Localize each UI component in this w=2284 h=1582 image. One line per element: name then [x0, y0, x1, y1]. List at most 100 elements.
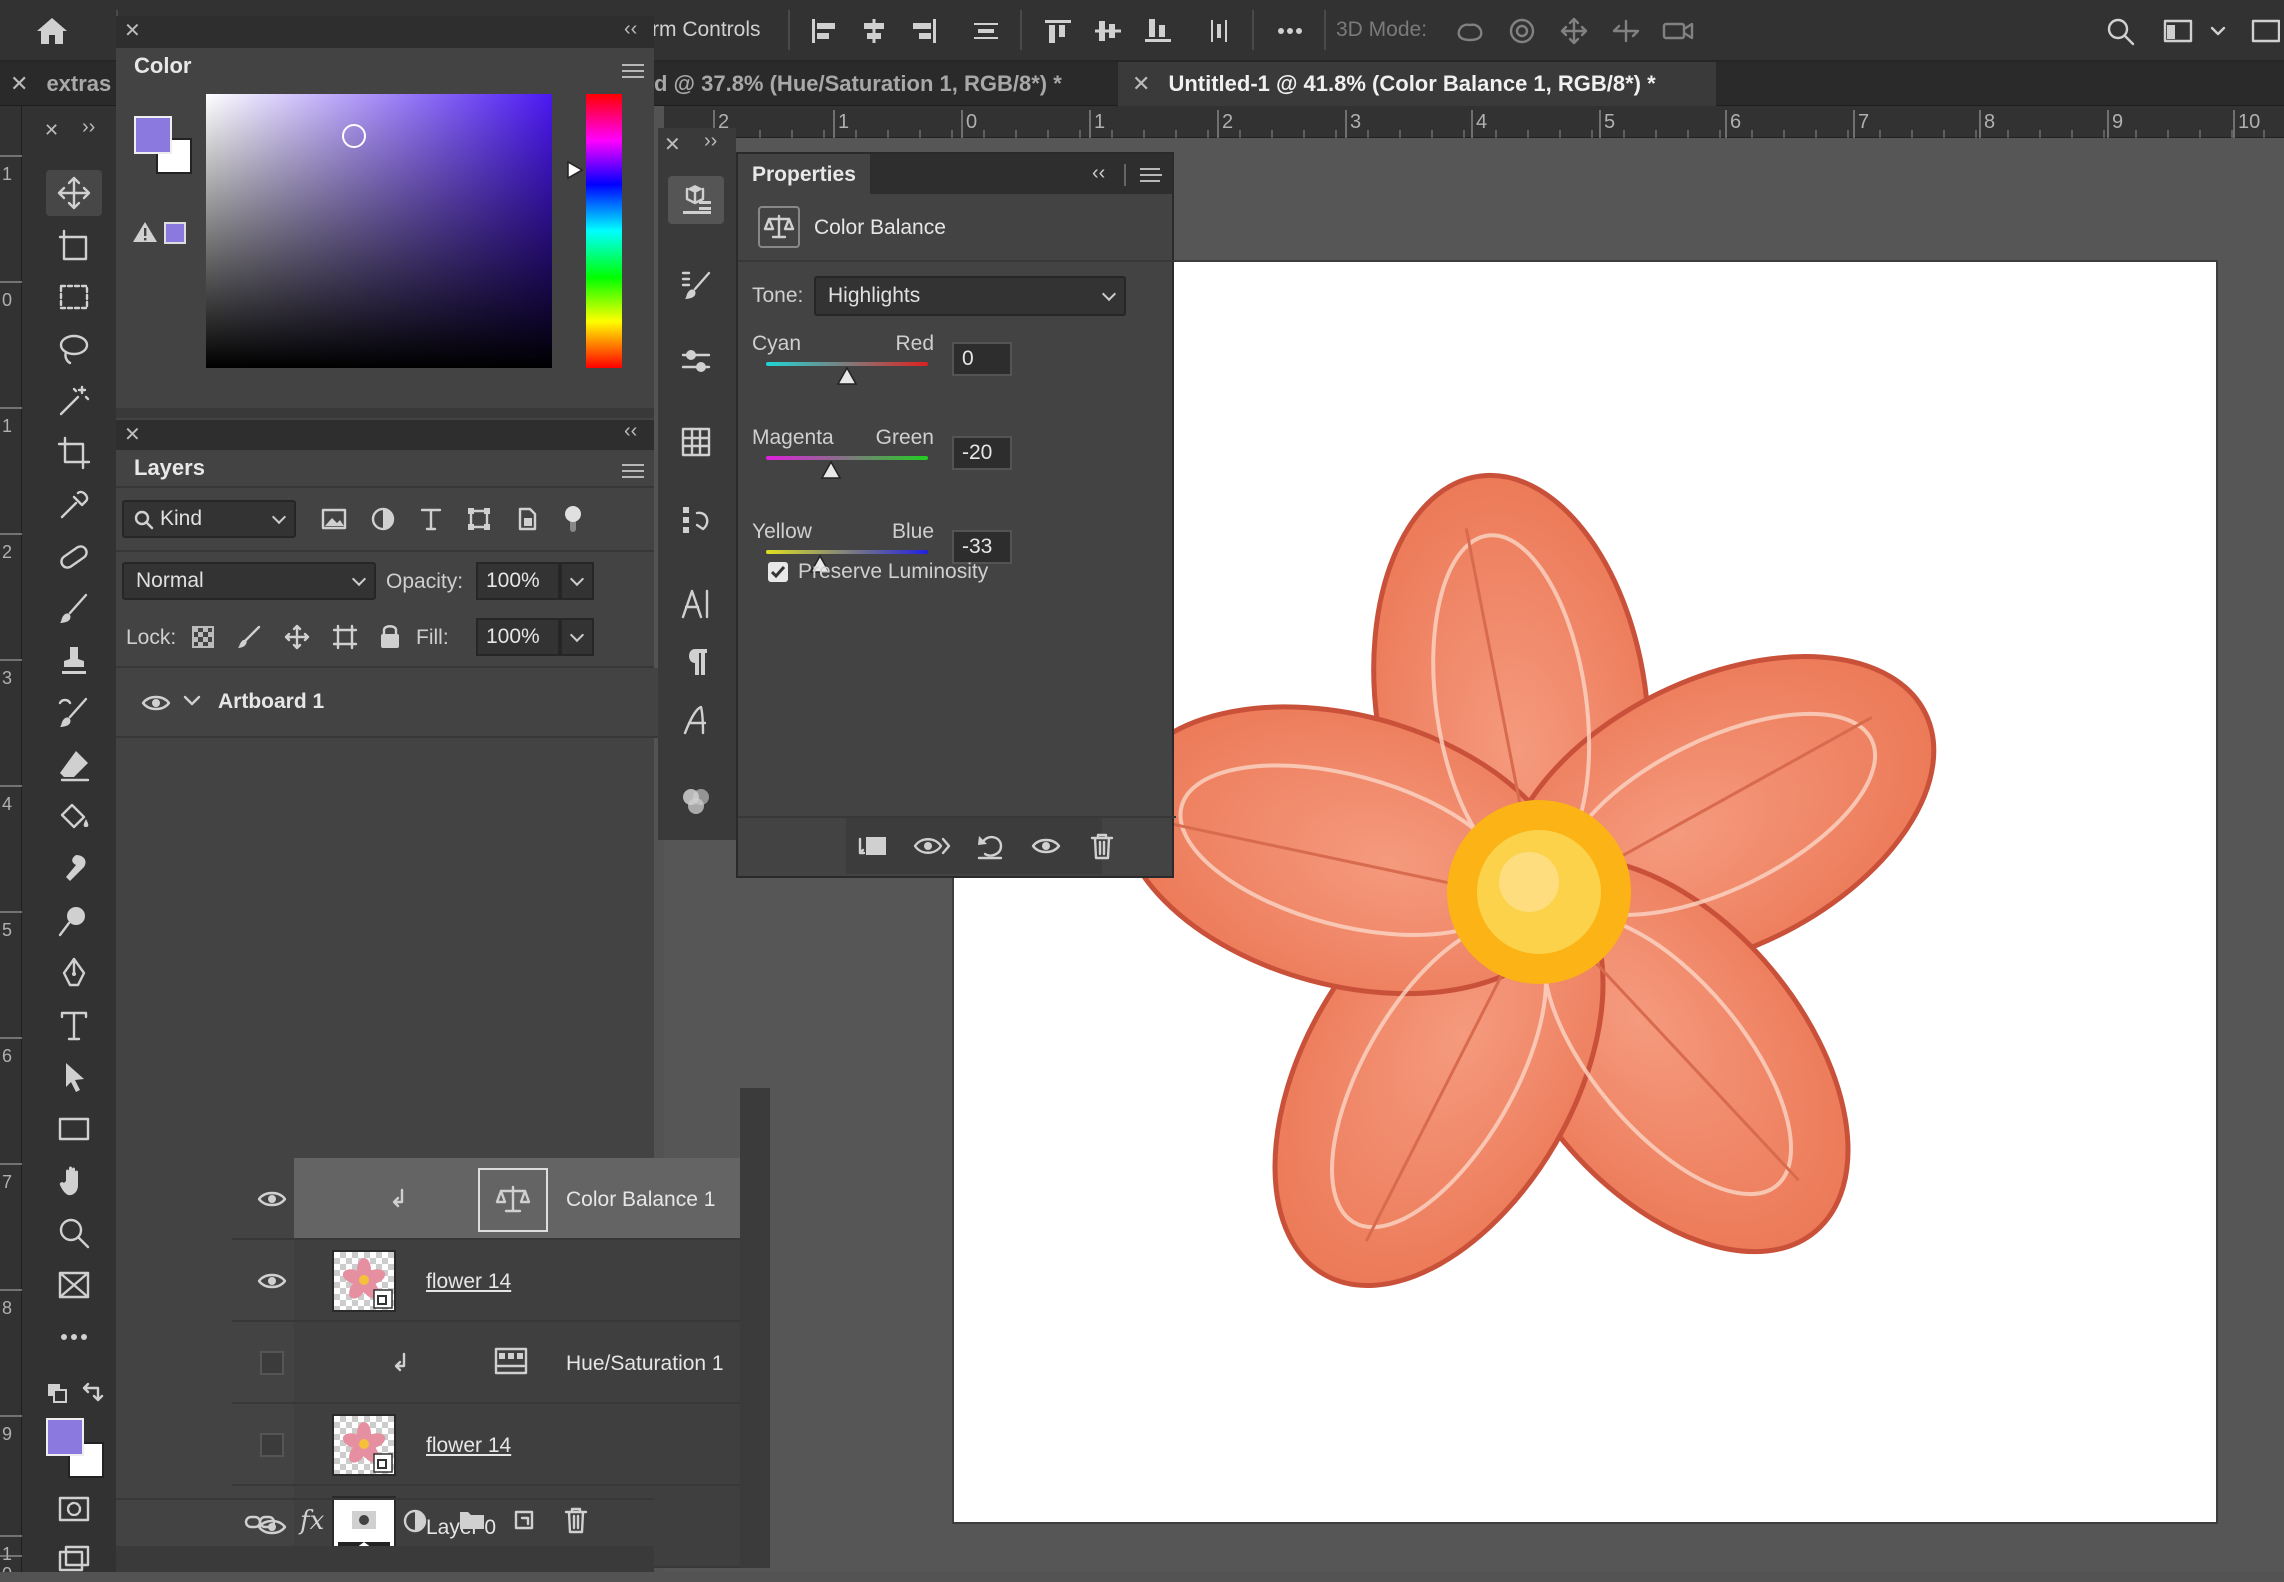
screen-mode-icon[interactable] — [46, 1536, 102, 1582]
layer-row[interactable]: Hue/Saturation 1 — [294, 1322, 740, 1404]
adjustments-sliders-icon[interactable] — [668, 338, 724, 386]
paint-bucket-icon[interactable] — [46, 794, 102, 840]
transform-controls-label[interactable]: rm Controls — [652, 18, 761, 42]
properties-panel-tab[interactable]: Properties — [738, 154, 870, 196]
close-icon[interactable]: ✕ — [44, 120, 59, 141]
layer-row[interactable]: Color Balance 1 — [294, 1158, 740, 1240]
type-tool-icon[interactable] — [46, 1002, 102, 1048]
panel-toggle-icon[interactable] — [2246, 14, 2284, 48]
history-brush-icon[interactable] — [46, 690, 102, 736]
color-field[interactable] — [206, 94, 552, 368]
eyedropper-icon[interactable] — [46, 482, 102, 528]
add-mask-icon[interactable] — [350, 1508, 378, 1532]
visibility-eye-icon[interactable] — [254, 1240, 290, 1322]
brush-tool-icon[interactable] — [46, 586, 102, 632]
lock-image-pixels-icon[interactable] — [236, 624, 262, 650]
filter-smart-objects-icon[interactable] — [514, 506, 540, 532]
reset-adjustment-icon[interactable] — [970, 828, 1010, 864]
opacity-input[interactable]: 100% — [476, 562, 560, 600]
edit-toolbar-icon[interactable] — [46, 1314, 102, 1360]
slider-value-input[interactable]: 0 — [952, 342, 1012, 376]
3d-camera-icon[interactable] — [1660, 14, 1696, 48]
artboard-group-row[interactable]: Artboard 1 — [116, 668, 740, 738]
hue-slider-handle[interactable] — [566, 160, 584, 180]
dodge-tool-icon[interactable] — [46, 898, 102, 944]
channels-icon[interactable] — [668, 778, 724, 826]
clip-to-layer-icon[interactable] — [852, 828, 892, 864]
delete-layer-trash-icon[interactable] — [564, 1506, 588, 1534]
distribute-icon[interactable] — [968, 14, 1004, 48]
eraser-tool-icon[interactable] — [46, 742, 102, 788]
glyphs-panel-icon[interactable] — [668, 696, 724, 744]
brush-settings-icon[interactable] — [668, 260, 724, 308]
lock-position-icon[interactable] — [284, 624, 310, 650]
frame-tool-icon[interactable] — [46, 1262, 102, 1308]
collapse-icon[interactable]: ‹‹ — [1092, 162, 1105, 185]
slider-handle[interactable] — [820, 460, 842, 482]
more-options-icon[interactable] — [1272, 14, 1308, 48]
foreground-color-swatch[interactable] — [134, 116, 172, 154]
expand-icon[interactable]: ›› — [704, 130, 717, 153]
home-icon[interactable] — [32, 14, 72, 48]
search-icon[interactable] — [2102, 14, 2138, 48]
expand-icon[interactable]: ›› — [82, 116, 95, 139]
3d-slide-icon[interactable] — [1608, 14, 1644, 48]
close-icon[interactable]: ✕ — [1132, 71, 1150, 97]
workspace-dropdown-chevron-icon[interactable] — [2206, 14, 2230, 48]
history-icon[interactable] — [668, 496, 724, 544]
align-horizontal-centers-icon[interactable] — [856, 14, 892, 48]
layer-row[interactable]: flower 14 — [294, 1240, 740, 1322]
color-picker-cursor[interactable] — [342, 124, 366, 148]
layers-scrollbar[interactable] — [740, 1088, 770, 1568]
fill-input[interactable]: 100% — [476, 618, 560, 656]
quick-mask-icon[interactable] — [46, 1486, 102, 1532]
healing-brush-icon[interactable] — [46, 534, 102, 580]
color-panel-tab[interactable]: Color — [116, 48, 210, 84]
tab-color-balance[interactable]: ✕ Untitled-1 @ 41.8% (Color Balance 1, R… — [1118, 62, 1716, 106]
rectangle-tool-icon[interactable] — [46, 1106, 102, 1152]
lock-transparent-pixels-icon[interactable] — [190, 624, 216, 650]
layer-thumbnail[interactable] — [332, 1414, 396, 1476]
hue-slider[interactable] — [586, 94, 622, 368]
close-icon[interactable]: ✕ — [124, 18, 141, 43]
align-right-edges-icon[interactable] — [906, 14, 942, 48]
blend-mode-dropdown[interactable]: Normal — [122, 562, 376, 600]
align-bottom-edges-icon[interactable] — [1140, 14, 1176, 48]
align-vertical-centers-icon[interactable] — [1090, 14, 1126, 48]
lock-artboard-icon[interactable] — [332, 624, 358, 650]
filter-shape-layers-icon[interactable] — [466, 506, 492, 532]
opacity-slider-button[interactable] — [560, 562, 594, 600]
rectangular-marquee-icon[interactable] — [46, 274, 102, 320]
lock-all-icon[interactable] — [378, 622, 402, 650]
crop-tool-icon[interactable] — [46, 430, 102, 476]
3d-pan-icon[interactable] — [1556, 14, 1592, 48]
character-panel-icon[interactable] — [668, 580, 724, 628]
layer-thumbnail[interactable] — [332, 1250, 396, 1312]
filter-type-layers-icon[interactable] — [418, 506, 444, 532]
visibility-toggle-empty[interactable] — [254, 1404, 290, 1486]
chevron-down-icon[interactable] — [182, 694, 202, 708]
libraries-3d-icon[interactable] — [668, 176, 724, 224]
tab-extras[interactable]: ✕ extras — [0, 62, 111, 106]
collapse-icon[interactable]: ‹‹ — [624, 18, 637, 41]
slider-handle[interactable] — [836, 366, 858, 388]
3d-roll-icon[interactable] — [1504, 14, 1540, 48]
close-icon[interactable]: ✕ — [124, 422, 141, 447]
hand-tool-icon[interactable] — [46, 1158, 102, 1204]
move-tool-icon[interactable] — [46, 170, 102, 216]
layer-row[interactable]: flower 14 — [294, 1404, 740, 1486]
default-colors-icon[interactable] — [46, 1382, 68, 1404]
delete-adjustment-trash-icon[interactable] — [1082, 828, 1122, 864]
filter-adjustment-layers-icon[interactable] — [370, 506, 396, 532]
new-layer-icon[interactable] — [512, 1506, 538, 1532]
link-layers-icon[interactable] — [244, 1510, 276, 1534]
visibility-eye-icon[interactable] — [254, 1158, 290, 1240]
artboard-tool-icon[interactable] — [46, 222, 102, 268]
visibility-toggle-empty[interactable] — [254, 1322, 290, 1404]
slider-value-input[interactable]: -20 — [952, 436, 1012, 470]
foreground-color-swatch[interactable] — [46, 1418, 84, 1456]
panel-menu-icon[interactable] — [622, 464, 644, 478]
path-selection-icon[interactable] — [46, 1054, 102, 1100]
color-balance-slider-track[interactable] — [766, 550, 928, 554]
tone-dropdown[interactable]: Highlights — [814, 276, 1126, 316]
